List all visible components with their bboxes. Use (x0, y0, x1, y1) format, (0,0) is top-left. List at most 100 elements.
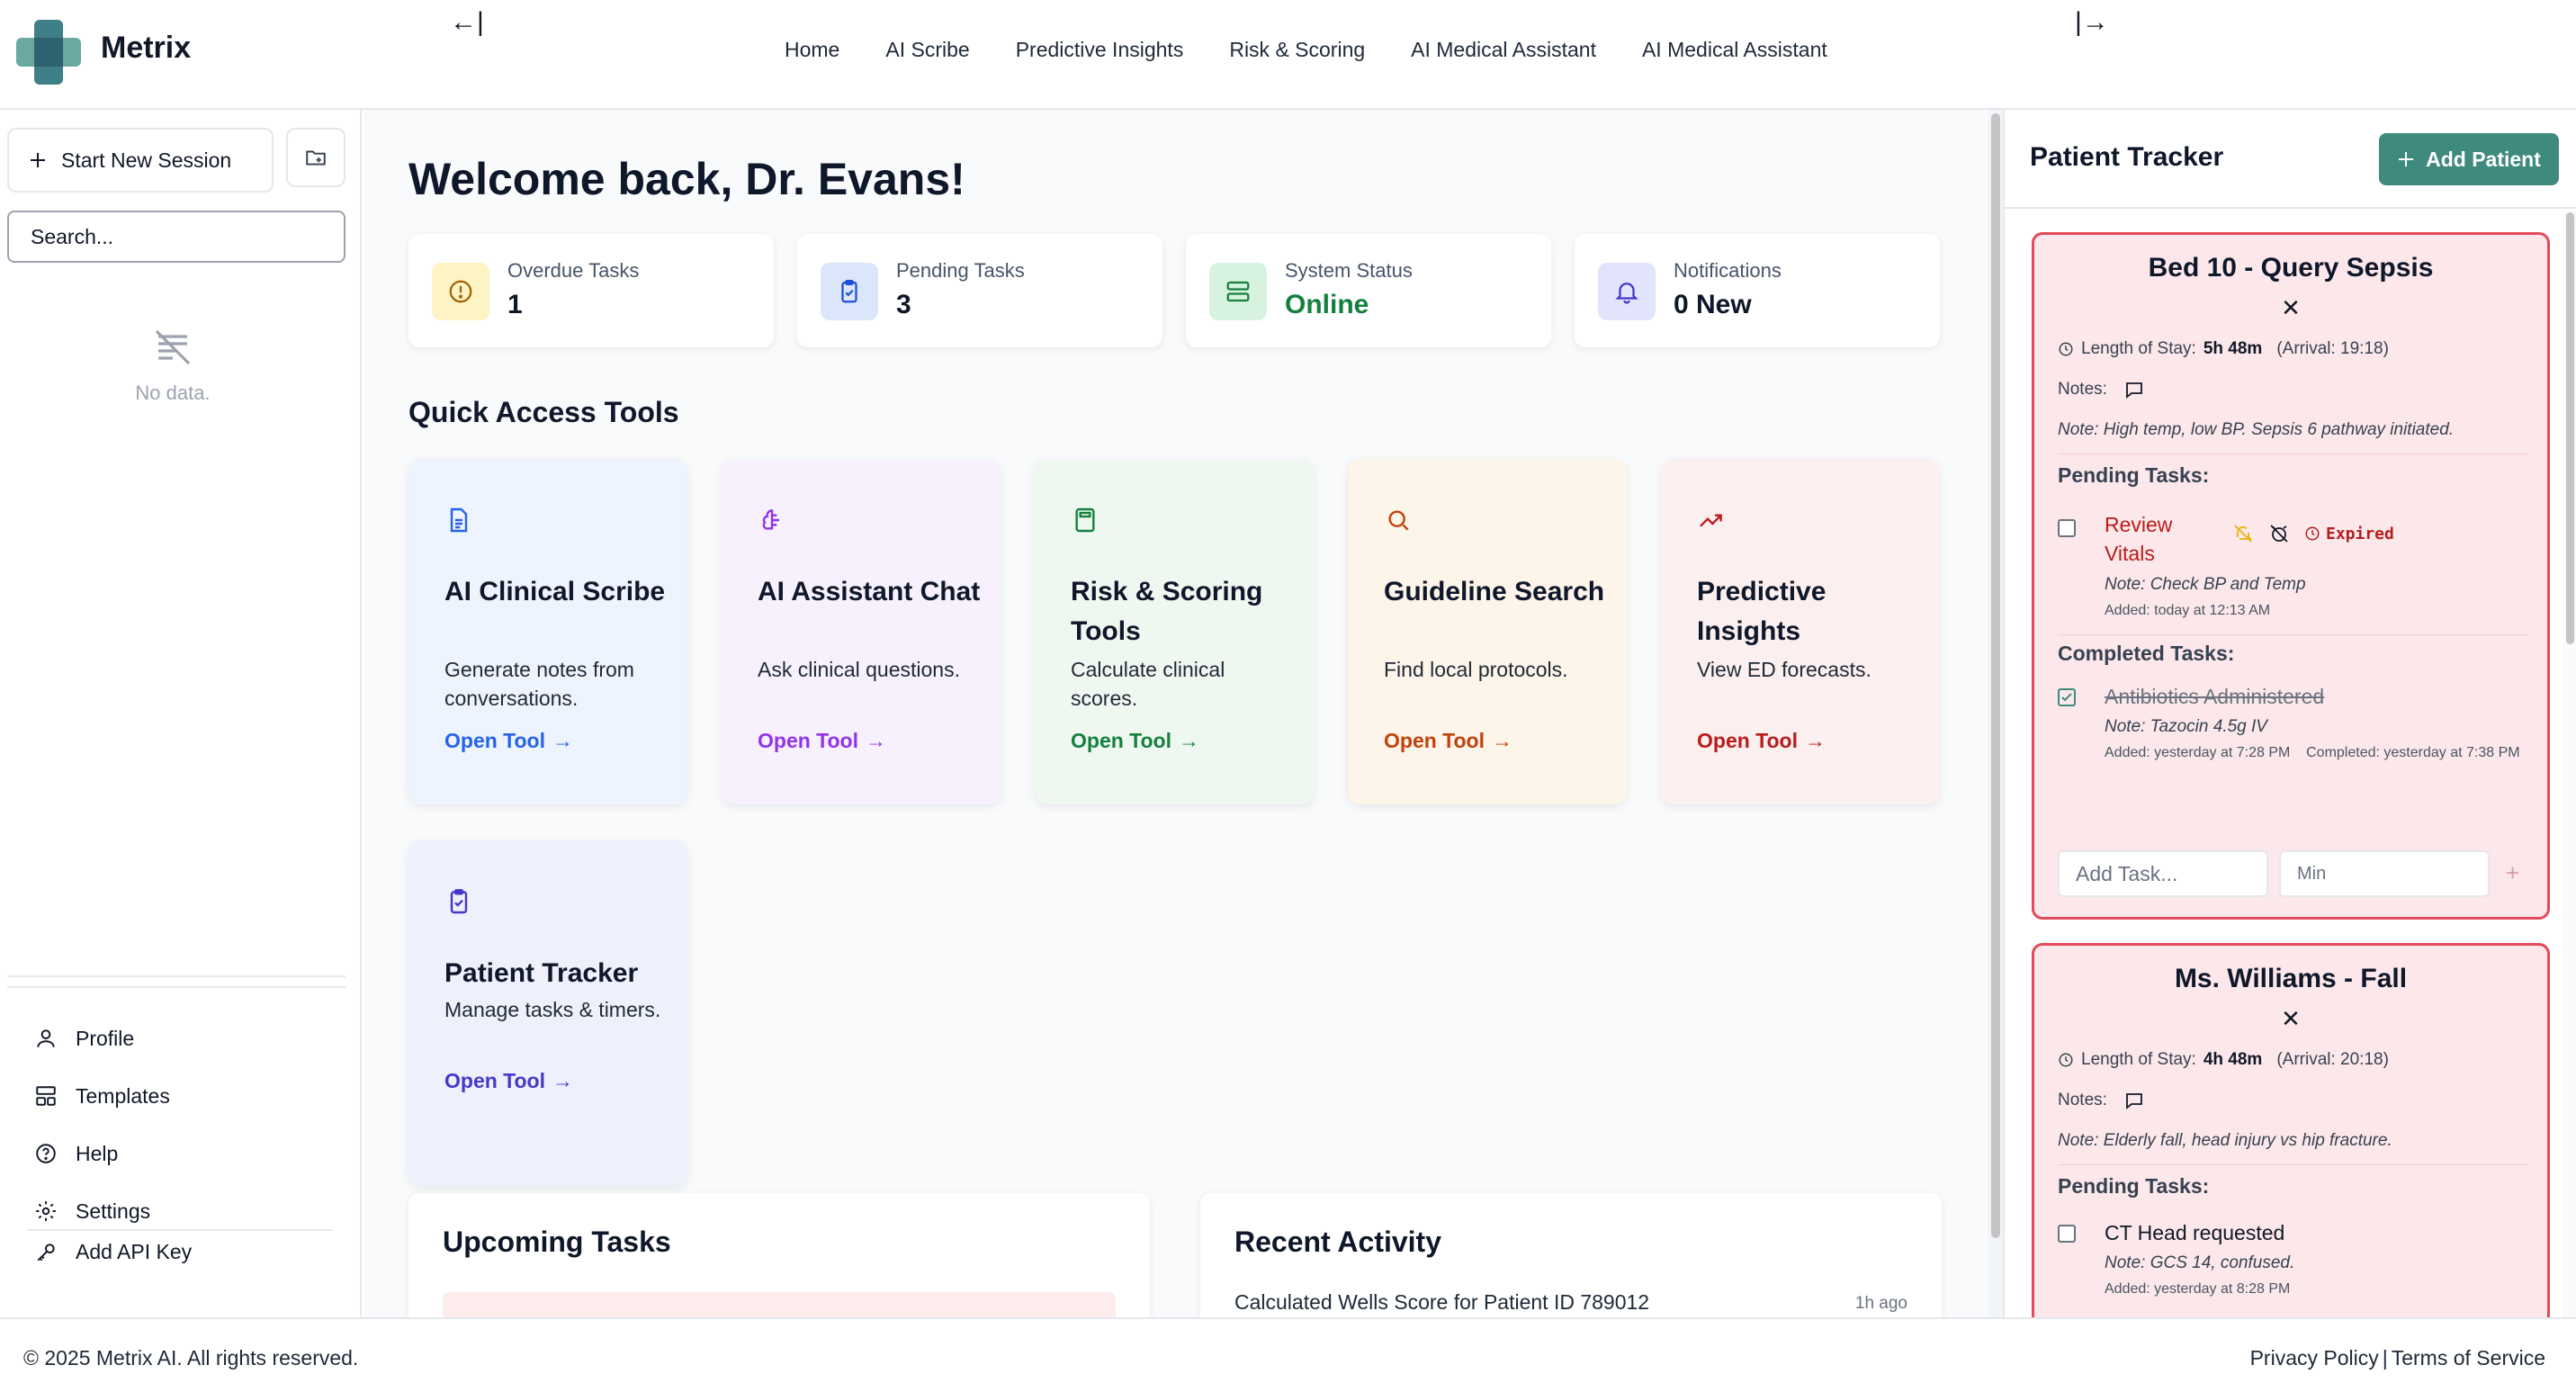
footer-links: Privacy Policy | Terms of Service (2250, 1346, 2545, 1370)
task-checkbox[interactable] (2058, 519, 2076, 537)
close-icon[interactable]: ✕ (2034, 1005, 2547, 1033)
tool-card-guideline-search[interactable]: Guideline Search Find local protocols. O… (1348, 459, 1627, 804)
panel-scrollbar[interactable] (2563, 211, 2576, 1317)
nav-home[interactable]: Home (785, 38, 839, 62)
tool-description: View ED forecasts. (1697, 658, 1871, 681)
session-search-input[interactable] (7, 211, 346, 263)
start-new-session-button[interactable]: Start New Session (7, 128, 274, 193)
user-icon (34, 1027, 58, 1050)
patient-note: Note: Elderly fall, head injury vs hip f… (2058, 1131, 2392, 1150)
nav-ai-scribe[interactable]: AI Scribe (885, 38, 969, 62)
los-label: Length of Stay: (2081, 339, 2196, 358)
footer: © 2025 Metrix AI. All rights reserved. P… (0, 1317, 2576, 1392)
footer-separator: | (2382, 1346, 2388, 1370)
tool-title: Risk & Scoring Tools (1071, 577, 1263, 646)
search-icon (1384, 506, 1413, 534)
add-task-input[interactable] (2058, 850, 2268, 897)
nav-predictive-insights[interactable]: Predictive Insights (1016, 38, 1184, 62)
tool-card-ai-assistant-chat[interactable]: AI Assistant Chat Ask clinical questions… (722, 459, 1001, 804)
tool-card-ai-clinical-scribe[interactable]: AI Clinical Scribe Generate notes from c… (408, 459, 687, 804)
task-note: Note: Tazocin 4.5g IV (2105, 717, 2267, 736)
patient-card-title: Bed 10 - Query Sepsis (2148, 253, 2434, 283)
terms-of-service-link[interactable]: Terms of Service (2392, 1346, 2545, 1370)
open-tool-link[interactable]: Open Tool → (1071, 729, 1199, 753)
open-tool-link[interactable]: Open Tool → (1697, 729, 1826, 753)
task-checkbox[interactable] (2058, 1225, 2076, 1243)
sidebar-item-label: Settings (76, 1199, 151, 1223)
pending-tasks-heading: Pending Tasks: (2058, 1174, 2210, 1198)
sidebar-item-settings[interactable]: Settings (34, 1182, 170, 1240)
collapse-right-panel-icon[interactable]: |→ (2075, 7, 2109, 38)
tool-title: Guideline Search (1384, 577, 1605, 606)
message-square-icon[interactable] (2123, 379, 2145, 400)
main-content: Welcome back, Dr. Evans! Overdue Tasks 1… (364, 110, 1988, 1317)
tool-description: Calculate clinical scores. (1071, 658, 1225, 710)
upcoming-task-item[interactable] (443, 1292, 1116, 1317)
bell-icon (1598, 263, 1656, 320)
close-icon[interactable]: ✕ (2034, 294, 2547, 322)
privacy-policy-link[interactable]: Privacy Policy (2250, 1346, 2379, 1370)
panel-divider (2005, 207, 2576, 209)
sidebar-item-profile[interactable]: Profile (34, 1010, 170, 1067)
new-folder-button[interactable] (286, 128, 346, 187)
help-icon (34, 1142, 58, 1165)
open-tool-link[interactable]: Open Tool → (444, 729, 573, 753)
scrollbar-thumb[interactable] (2566, 212, 2574, 644)
clock-icon (2304, 525, 2320, 542)
open-tool-label: Open Tool (444, 1069, 546, 1092)
open-tool-link[interactable]: Open Tool → (444, 1069, 573, 1093)
page-title: Welcome back, Dr. Evans! (408, 154, 965, 204)
metrix-logo[interactable] (14, 18, 83, 86)
tool-card-predictive-insights[interactable]: Predictive Insights View ED forecasts. O… (1661, 459, 1940, 804)
minutes-input[interactable] (2279, 850, 2490, 897)
open-tool-label: Open Tool (1384, 729, 1485, 752)
task-name[interactable]: Review Vitals (2105, 510, 2212, 568)
message-square-icon[interactable] (2123, 1090, 2145, 1111)
plus-icon (2397, 150, 2415, 168)
sidebar-item-label: Profile (76, 1026, 135, 1050)
pending-task-item: CT Head requested Note: GCS 14, confused… (2058, 1221, 2535, 1311)
tool-card-risk-scoring[interactable]: Risk & Scoring Tools Calculate clinical … (1035, 459, 1314, 804)
tool-card-patient-tracker[interactable]: Patient Tracker Manage tasks & timers. O… (408, 840, 687, 1186)
sidebar-item-help[interactable]: Help (34, 1125, 170, 1182)
task-note: Note: Check BP and Temp (2105, 575, 2306, 594)
check-icon (2061, 693, 2072, 702)
nav-risk-scoring[interactable]: Risk & Scoring (1229, 38, 1365, 62)
empty-state: No data. (0, 326, 346, 405)
stat-label: System Status (1285, 259, 1413, 282)
recent-activity-item: Calculated Wells Score for Patient ID 78… (1234, 1290, 1650, 1314)
expired-badge: Expired (2304, 525, 2394, 543)
open-tool-link[interactable]: Open Tool → (758, 729, 886, 753)
gear-icon (34, 1199, 58, 1223)
add-patient-button[interactable]: Add Patient (2379, 133, 2559, 185)
notes-label: Notes: (2058, 380, 2107, 399)
patient-tracker-title: Patient Tracker (2030, 142, 2224, 172)
completed-tasks-heading: Completed Tasks: (2058, 642, 2235, 665)
sidebar-item-label: Templates (76, 1083, 170, 1108)
pending-tasks-heading: Pending Tasks: (2058, 463, 2210, 487)
stat-card-system-status: System Status Online (1186, 234, 1551, 347)
scrollbar-thumb[interactable] (1991, 113, 2000, 1238)
nav-ai-medical-assistant[interactable]: AI Medical Assistant (1411, 38, 1596, 62)
sidebar-menu: Profile Templates Help Settings (34, 1010, 170, 1240)
tool-description: Manage tasks & timers. (444, 998, 661, 1021)
add-api-key-button[interactable]: Add API Key (34, 1240, 192, 1264)
main-scrollbar[interactable] (1988, 110, 2003, 1317)
notes-label: Notes: (2058, 1091, 2107, 1109)
bell-off-icon[interactable] (2232, 523, 2254, 544)
nav-ai-medical-assistant-2[interactable]: AI Medical Assistant (1642, 38, 1827, 62)
left-sidebar: Start New Session No data. Profile Templ… (0, 110, 362, 1317)
open-tool-label: Open Tool (1071, 729, 1172, 752)
task-name[interactable]: CT Head requested (2105, 1221, 2284, 1245)
clock-icon (2058, 341, 2074, 357)
stat-value: 3 (896, 290, 911, 319)
open-tool-link[interactable]: Open Tool → (1384, 729, 1512, 753)
collapse-left-sidebar-icon[interactable]: ←| (450, 7, 484, 38)
add-task-plus-icon[interactable]: + (2506, 859, 2519, 887)
alarm-off-icon[interactable] (2268, 523, 2290, 544)
recent-activity-time: 1h ago (1854, 1294, 1907, 1313)
sidebar-item-templates[interactable]: Templates (34, 1067, 170, 1125)
arrow-right-icon: → (552, 1069, 574, 1092)
key-icon (34, 1241, 58, 1264)
task-checkbox-checked[interactable] (2058, 688, 2076, 706)
